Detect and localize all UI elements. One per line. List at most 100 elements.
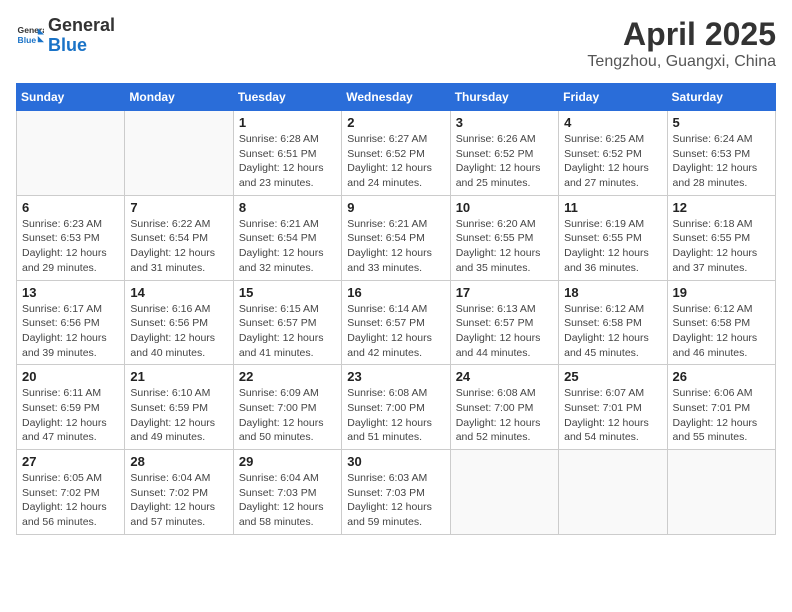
day-info: Sunrise: 6:06 AM Sunset: 7:01 PM Dayligh… — [673, 386, 770, 445]
day-number: 30 — [347, 454, 444, 469]
day-info: Sunrise: 6:17 AM Sunset: 6:56 PM Dayligh… — [22, 302, 119, 361]
day-number: 19 — [673, 285, 770, 300]
day-info: Sunrise: 6:13 AM Sunset: 6:57 PM Dayligh… — [456, 302, 553, 361]
day-number: 4 — [564, 115, 661, 130]
calendar-cell: 16 Sunrise: 6:14 AM Sunset: 6:57 PM Dayli… — [342, 280, 450, 365]
day-info: Sunrise: 6:10 AM Sunset: 6:59 PM Dayligh… — [130, 386, 227, 445]
day-info: Sunrise: 6:11 AM Sunset: 6:59 PM Dayligh… — [22, 386, 119, 445]
calendar-cell: 4 Sunrise: 6:25 AM Sunset: 6:52 PM Daylig… — [559, 111, 667, 196]
calendar-table: SundayMondayTuesdayWednesdayThursdayFrid… — [16, 83, 776, 535]
day-info: Sunrise: 6:27 AM Sunset: 6:52 PM Dayligh… — [347, 132, 444, 191]
calendar-cell: 21 Sunrise: 6:10 AM Sunset: 6:59 PM Dayli… — [125, 365, 233, 450]
day-info: Sunrise: 6:26 AM Sunset: 6:52 PM Dayligh… — [456, 132, 553, 191]
day-number: 20 — [22, 369, 119, 384]
day-number: 28 — [130, 454, 227, 469]
weekday-header-saturday: Saturday — [667, 84, 775, 111]
day-number: 8 — [239, 200, 336, 215]
day-number: 15 — [239, 285, 336, 300]
day-number: 26 — [673, 369, 770, 384]
day-number: 2 — [347, 115, 444, 130]
calendar-cell: 8Sunrise: 6:21 AM Sunset: 6:54 PM Daylig… — [233, 195, 341, 280]
day-info: Sunrise: 6:08 AM Sunset: 7:00 PM Dayligh… — [347, 386, 444, 445]
calendar-cell: 14Sunrise: 6:16 AM Sunset: 6:56 PM Dayli… — [125, 280, 233, 365]
weekday-header-friday: Friday — [559, 84, 667, 111]
calendar-cell: 12Sunrise: 6:18 AM Sunset: 6:55 PM Dayli… — [667, 195, 775, 280]
day-number: 11 — [564, 200, 661, 215]
month-title: April 2025 — [587, 16, 776, 53]
day-number: 27 — [22, 454, 119, 469]
logo: General Blue General Blue — [16, 16, 115, 56]
day-info: Sunrise: 6:05 AM Sunset: 7:02 PM Dayligh… — [22, 471, 119, 530]
calendar-cell: 23 Sunrise: 6:08 AM Sunset: 7:00 PM Dayli… — [342, 365, 450, 450]
calendar-cell — [667, 450, 775, 535]
day-number: 3 — [456, 115, 553, 130]
week-row-2: 6 Sunrise: 6:23 AM Sunset: 6:53 PM Daylig… — [17, 195, 776, 280]
day-number: 25 — [564, 369, 661, 384]
logo-icon: General Blue — [16, 22, 44, 50]
calendar-cell — [17, 111, 125, 196]
calendar-cell: 20 Sunrise: 6:11 AM Sunset: 6:59 PM Dayli… — [17, 365, 125, 450]
calendar-cell: 24 Sunrise: 6:08 AM Sunset: 7:00 PM Dayli… — [450, 365, 558, 450]
day-number: 12 — [673, 200, 770, 215]
calendar-cell: 7 Sunrise: 6:22 AM Sunset: 6:54 PM Daylig… — [125, 195, 233, 280]
week-row-5: 27 Sunrise: 6:05 AM Sunset: 7:02 PM Dayli… — [17, 450, 776, 535]
day-info: Sunrise: 6:25 AM Sunset: 6:52 PM Dayligh… — [564, 132, 661, 191]
day-info: Sunrise: 6:24 AM Sunset: 6:53 PM Dayligh… — [673, 132, 770, 191]
day-info: Sunrise: 6:09 AM Sunset: 7:00 PM Dayligh… — [239, 386, 336, 445]
day-info: Sunrise: 6:07 AM Sunset: 7:01 PM Dayligh… — [564, 386, 661, 445]
day-number: 10 — [456, 200, 553, 215]
calendar-cell: 18Sunrise: 6:12 AM Sunset: 6:58 PM Dayli… — [559, 280, 667, 365]
calendar-cell — [125, 111, 233, 196]
day-number: 23 — [347, 369, 444, 384]
weekday-header-row: SundayMondayTuesdayWednesdayThursdayFrid… — [17, 84, 776, 111]
svg-text:Blue: Blue — [18, 35, 37, 45]
day-info: Sunrise: 6:22 AM Sunset: 6:54 PM Dayligh… — [130, 217, 227, 276]
week-row-1: 1Sunrise: 6:28 AM Sunset: 6:51 PM Daylig… — [17, 111, 776, 196]
calendar-cell: 25 Sunrise: 6:07 AM Sunset: 7:01 PM Dayli… — [559, 365, 667, 450]
day-info: Sunrise: 6:12 AM Sunset: 6:58 PM Dayligh… — [564, 302, 661, 361]
day-number: 7 — [130, 200, 227, 215]
logo-line1: General — [48, 15, 115, 35]
calendar-cell: 28 Sunrise: 6:04 AM Sunset: 7:02 PM Dayli… — [125, 450, 233, 535]
calendar-cell: 19 Sunrise: 6:12 AM Sunset: 6:58 PM Dayli… — [667, 280, 775, 365]
calendar-cell: 11 Sunrise: 6:19 AM Sunset: 6:55 PM Dayli… — [559, 195, 667, 280]
day-number: 17 — [456, 285, 553, 300]
day-info: Sunrise: 6:23 AM Sunset: 6:53 PM Dayligh… — [22, 217, 119, 276]
day-number: 13 — [22, 285, 119, 300]
calendar-cell: 30Sunrise: 6:03 AM Sunset: 7:03 PM Dayli… — [342, 450, 450, 535]
calendar-cell: 15 Sunrise: 6:15 AM Sunset: 6:57 PM Dayli… — [233, 280, 341, 365]
day-number: 1 — [239, 115, 336, 130]
week-row-3: 13 Sunrise: 6:17 AM Sunset: 6:56 PM Dayli… — [17, 280, 776, 365]
day-number: 21 — [130, 369, 227, 384]
day-number: 14 — [130, 285, 227, 300]
title-block: April 2025 Tengzhou, Guangxi, China — [587, 16, 776, 71]
calendar-cell: 17 Sunrise: 6:13 AM Sunset: 6:57 PM Dayli… — [450, 280, 558, 365]
calendar-cell — [450, 450, 558, 535]
day-number: 6 — [22, 200, 119, 215]
calendar-cell: 27 Sunrise: 6:05 AM Sunset: 7:02 PM Dayli… — [17, 450, 125, 535]
location-title: Tengzhou, Guangxi, China — [587, 53, 776, 71]
day-info: Sunrise: 6:19 AM Sunset: 6:55 PM Dayligh… — [564, 217, 661, 276]
day-number: 29 — [239, 454, 336, 469]
day-number: 24 — [456, 369, 553, 384]
calendar-cell — [559, 450, 667, 535]
calendar-cell: 1Sunrise: 6:28 AM Sunset: 6:51 PM Daylig… — [233, 111, 341, 196]
day-info: Sunrise: 6:20 AM Sunset: 6:55 PM Dayligh… — [456, 217, 553, 276]
day-number: 16 — [347, 285, 444, 300]
day-info: Sunrise: 6:08 AM Sunset: 7:00 PM Dayligh… — [456, 386, 553, 445]
day-info: Sunrise: 6:04 AM Sunset: 7:02 PM Dayligh… — [130, 471, 227, 530]
logo-line2: Blue — [48, 35, 87, 55]
calendar-cell: 10 Sunrise: 6:20 AM Sunset: 6:55 PM Dayli… — [450, 195, 558, 280]
weekday-header-monday: Monday — [125, 84, 233, 111]
day-number: 9 — [347, 200, 444, 215]
day-info: Sunrise: 6:14 AM Sunset: 6:57 PM Dayligh… — [347, 302, 444, 361]
calendar-cell: 2 Sunrise: 6:27 AM Sunset: 6:52 PM Daylig… — [342, 111, 450, 196]
day-number: 22 — [239, 369, 336, 384]
day-info: Sunrise: 6:21 AM Sunset: 6:54 PM Dayligh… — [347, 217, 444, 276]
week-row-4: 20 Sunrise: 6:11 AM Sunset: 6:59 PM Dayli… — [17, 365, 776, 450]
day-info: Sunrise: 6:12 AM Sunset: 6:58 PM Dayligh… — [673, 302, 770, 361]
day-info: Sunrise: 6:04 AM Sunset: 7:03 PM Dayligh… — [239, 471, 336, 530]
weekday-header-tuesday: Tuesday — [233, 84, 341, 111]
day-info: Sunrise: 6:15 AM Sunset: 6:57 PM Dayligh… — [239, 302, 336, 361]
calendar-cell: 3 Sunrise: 6:26 AM Sunset: 6:52 PM Daylig… — [450, 111, 558, 196]
